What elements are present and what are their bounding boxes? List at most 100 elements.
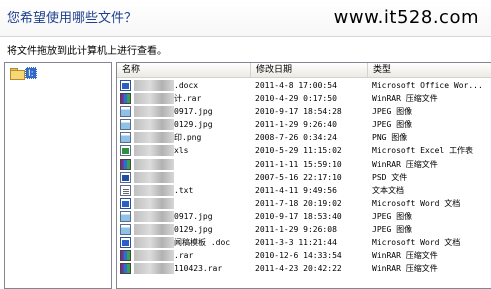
file-type: JPEG 图像	[372, 120, 413, 130]
rar-file-icon	[120, 250, 131, 262]
redacted-name	[134, 171, 174, 183]
file-type: JPEG 图像	[372, 211, 413, 221]
img-file-icon	[120, 106, 131, 118]
file-type: WinRAR 压缩文件	[372, 264, 438, 274]
img-file-icon	[120, 132, 131, 144]
file-date: 2010-5-29 11:15:02	[255, 146, 342, 156]
folder-icon	[10, 67, 25, 80]
file-name: 0129.jpg	[174, 120, 213, 130]
redacted-name	[134, 106, 174, 118]
file-date: 2011-7-18 20:19:02	[255, 198, 342, 208]
folder-tree[interactable]: I:	[4, 62, 112, 289]
file-name: 0917.jpg	[174, 211, 213, 221]
file-type: Microsoft Office Wor...	[372, 81, 483, 90]
file-list[interactable]: 名称 修改日期 类型 .docx 2011-4-8 17:00:54 Microso…	[116, 62, 491, 289]
file-name: .rar	[174, 251, 194, 261]
file-row[interactable]: 0917.jpg 2010-9-17 18:53:40 JPEG 图像	[117, 210, 491, 223]
file-type: Microsoft Excel 工作表	[372, 146, 474, 156]
file-row[interactable]: 2007-5-16 22:17:10 PSD 文件	[117, 171, 491, 184]
file-date: 2010-12-6 14:33:54	[255, 251, 342, 261]
redacted-name	[134, 80, 174, 91]
watermark: www.it528.com	[333, 7, 479, 28]
file-row[interactable]: .docx 2011-4-8 17:00:54 Microsoft Office W…	[117, 79, 491, 92]
redacted-name	[134, 119, 174, 131]
xls-file-icon	[120, 145, 131, 157]
file-type: WinRAR 压缩文件	[372, 94, 438, 104]
file-date: 2011-3-3 11:21:44	[255, 238, 337, 248]
redacted-name	[134, 237, 174, 249]
redacted-name	[134, 158, 174, 170]
column-header-date[interactable]: 修改日期	[251, 63, 368, 78]
file-type: PSD 文件	[372, 172, 408, 182]
file-type: WinRAR 压缩文件	[372, 159, 438, 169]
rar-file-icon	[120, 158, 131, 170]
img-file-icon	[120, 224, 131, 236]
column-header-name[interactable]: 名称	[117, 63, 251, 78]
file-date: 2011-4-8 17:00:54	[255, 81, 337, 90]
dialog-header: 您希望使用哪些文件？ www.it528.com	[0, 0, 491, 37]
file-name: 闻稿模板 .doc	[174, 238, 231, 248]
redacted-name	[134, 145, 174, 157]
file-date: 2011-4-11 9:49:56	[255, 185, 337, 195]
file-row[interactable]: 印.png 2008-7-26 0:34:24 PNG 图像	[117, 131, 491, 144]
file-row[interactable]: 计.rar 2010-4-29 0:17:50 WinRAR 压缩文件	[117, 92, 491, 105]
txt-file-icon	[120, 184, 131, 196]
img-file-icon	[120, 119, 131, 131]
file-date: 2007-5-16 22:17:10	[255, 172, 342, 182]
file-type: Microsoft Word 文档	[372, 238, 461, 248]
file-name: 0129.jpg	[174, 225, 213, 235]
psd-file-icon	[120, 171, 131, 183]
file-row[interactable]: 0129.jpg 2011-1-29 9:26:08 JPEG 图像	[117, 223, 491, 236]
redacted-name	[134, 263, 174, 275]
file-date: 2010-9-17 18:54:28	[255, 107, 342, 117]
img-file-icon	[120, 210, 131, 222]
rar-file-icon	[120, 93, 131, 105]
column-header-type[interactable]: 类型	[368, 63, 491, 78]
word-file-icon	[120, 80, 131, 91]
instruction-text: 将文件拖放到此计算机上进行查看。	[7, 46, 167, 57]
redacted-name	[134, 250, 174, 262]
file-row[interactable]: 闻稿模板 .doc 2011-3-3 11:21:44 Microsoft Word…	[117, 236, 491, 249]
file-name: 印.png	[174, 133, 202, 143]
file-type: PNG 图像	[372, 133, 408, 143]
file-date: 2010-9-17 18:53:40	[255, 211, 342, 221]
redacted-name	[134, 197, 174, 209]
file-type: Microsoft Word 文档	[372, 198, 461, 208]
file-row[interactable]: 2011-1-11 15:59:10 WinRAR 压缩文件	[117, 158, 491, 171]
file-name: 110423.rar	[174, 264, 223, 274]
dialog-title: 您希望使用哪些文件？	[7, 11, 138, 26]
file-type: 文本文档	[372, 185, 404, 195]
file-date: 2011-1-29 9:26:08	[255, 225, 337, 235]
file-type: WinRAR 压缩文件	[372, 251, 438, 261]
file-row[interactable]: 2011-7-18 20:19:02 Microsoft Word 文档	[117, 197, 491, 210]
file-name: 0917.jpg	[174, 107, 213, 117]
file-name: xls	[174, 146, 189, 156]
file-date: 2010-4-29 0:17:50	[255, 94, 337, 104]
rar-file-icon	[120, 263, 131, 275]
redacted-name	[134, 184, 174, 196]
file-row[interactable]: 110423.rar 2011-4-23 20:42:22 WinRAR 压缩文件	[117, 262, 491, 275]
redacted-name	[134, 224, 174, 236]
file-row[interactable]: xls 2010-5-29 11:15:02 Microsoft Excel 工作表	[117, 144, 491, 157]
file-row[interactable]: 0129.jpg 2011-1-29 9:26:40 JPEG 图像	[117, 118, 491, 131]
redacted-name	[134, 132, 174, 144]
file-date: 2011-4-23 20:42:22	[255, 264, 342, 274]
file-name: .txt	[174, 185, 194, 195]
word-file-icon	[120, 197, 131, 209]
file-name: .docx	[174, 81, 199, 90]
file-date: 2011-1-11 15:59:10	[255, 159, 342, 169]
file-row[interactable]: 0917.jpg 2010-9-17 18:54:28 JPEG 图像	[117, 105, 491, 118]
file-name: 计.rar	[174, 94, 202, 104]
redacted-name	[134, 210, 174, 222]
word-file-icon	[120, 237, 131, 249]
tree-item-drive[interactable]: I:	[10, 66, 37, 80]
file-rows: .docx 2011-4-8 17:00:54 Microsoft Office W…	[117, 79, 491, 275]
file-row[interactable]: .rar 2010-12-6 14:33:54 WinRAR 压缩文件	[117, 249, 491, 262]
column-header-bar: 名称 修改日期 类型	[117, 63, 491, 78]
file-date: 2011-1-29 9:26:40	[255, 120, 337, 130]
file-row[interactable]: .txt 2011-4-11 9:49:56 文本文档	[117, 184, 491, 197]
file-date: 2008-7-26 0:34:24	[255, 133, 337, 143]
file-type: JPEG 图像	[372, 107, 413, 117]
redacted-name	[134, 93, 174, 105]
tree-item-label: I:	[25, 66, 37, 79]
